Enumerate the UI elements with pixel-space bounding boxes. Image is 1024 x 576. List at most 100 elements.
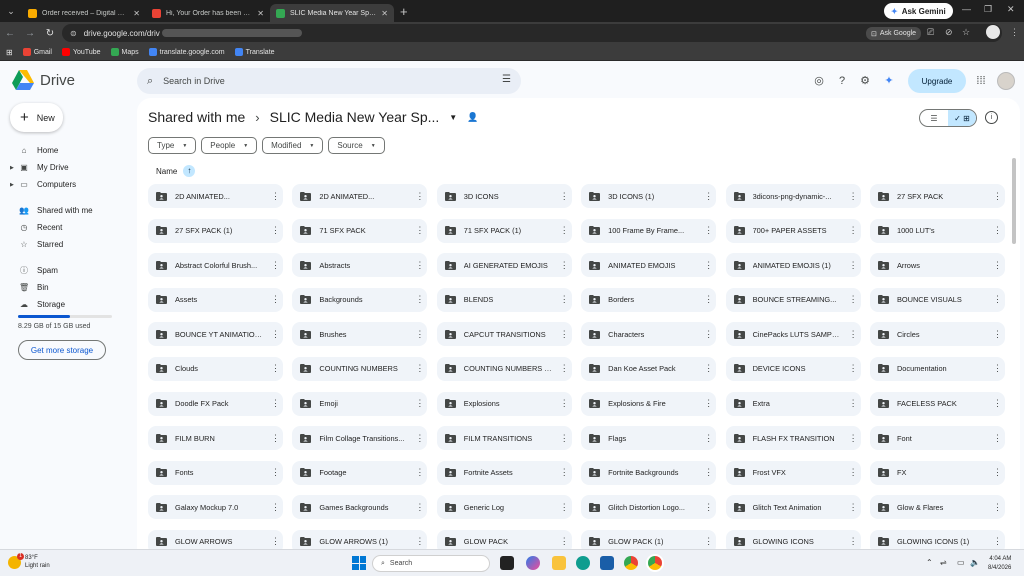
more-actions-icon[interactable]: ⋮ xyxy=(560,363,569,374)
get-more-storage-button[interactable]: Get more storage xyxy=(18,340,106,360)
gemini-sparkle-icon[interactable]: ✦ xyxy=(882,74,896,88)
upgrade-button[interactable]: Upgrade xyxy=(908,69,966,93)
more-actions-icon[interactable]: ⋮ xyxy=(993,225,1002,236)
folder-item[interactable]: 100 Frame By Frame... ⋮ xyxy=(581,218,717,243)
install-app-icon[interactable]: ⎚ xyxy=(927,27,934,38)
tray-overflow-icon[interactable]: ⌃ xyxy=(926,558,933,567)
more-actions-icon[interactable]: ⋮ xyxy=(271,260,280,271)
more-actions-icon[interactable]: ⋮ xyxy=(849,329,858,340)
more-actions-icon[interactable]: ⋮ xyxy=(704,433,713,444)
more-actions-icon[interactable]: ⋮ xyxy=(993,329,1002,340)
bookmark-youtube[interactable]: YouTube xyxy=(61,48,101,56)
tab-close-icon[interactable]: ✕ xyxy=(257,9,264,18)
windows-start-icon[interactable] xyxy=(352,556,366,570)
folder-item[interactable]: DEVICE ICONS ⋮ xyxy=(725,356,861,381)
breadcrumb-current-folder[interactable]: SLIC Media New Year Sp... xyxy=(270,109,440,125)
back-icon[interactable]: ← xyxy=(0,28,20,39)
more-actions-icon[interactable]: ⋮ xyxy=(993,467,1002,478)
sidebar-item-my-drive[interactable]: ▶ ▣ My Drive xyxy=(8,159,128,176)
more-actions-icon[interactable]: ⋮ xyxy=(993,536,1002,547)
google-apps-icon[interactable]: ⁞⁞⁞ xyxy=(974,74,988,88)
folder-menu-dropdown-icon[interactable]: ▼ xyxy=(449,113,457,122)
folder-item[interactable]: 27 SFX PACK (1) ⋮ xyxy=(148,218,283,243)
more-actions-icon[interactable]: ⋮ xyxy=(271,433,280,444)
info-icon[interactable]: i xyxy=(985,111,998,124)
browser-tab[interactable]: Hi, Your Order has been Comp ✕ xyxy=(146,4,270,22)
more-actions-icon[interactable]: ⋮ xyxy=(704,191,713,202)
more-actions-icon[interactable]: ⋮ xyxy=(415,467,424,478)
more-actions-icon[interactable]: ⋮ xyxy=(415,363,424,374)
folder-item[interactable]: Explosions & Fire ⋮ xyxy=(581,391,717,416)
more-actions-icon[interactable]: ⋮ xyxy=(271,502,280,513)
bookmark-translate[interactable]: Translate xyxy=(234,48,275,56)
folder-item[interactable]: GLOW ARROWS (1) ⋮ xyxy=(292,529,428,549)
folder-item[interactable]: 71 SFX PACK ⋮ xyxy=(292,218,428,243)
bookmark-gmail[interactable]: Gmail xyxy=(22,48,52,56)
bookmark-maps[interactable]: Maps xyxy=(110,48,139,56)
folder-item[interactable]: Circles ⋮ xyxy=(869,322,1005,347)
folder-item[interactable]: Footage ⋮ xyxy=(292,460,428,485)
folder-item[interactable]: Film Collage Transitions... ⋮ xyxy=(292,426,428,451)
folder-item[interactable]: FACELESS PACK ⋮ xyxy=(869,391,1005,416)
folder-item[interactable]: GLOW ARROWS ⋮ xyxy=(148,529,283,549)
breadcrumb-shared-with-me[interactable]: Shared with me xyxy=(148,109,245,125)
folder-item[interactable]: Arrows ⋮ xyxy=(869,253,1005,278)
browser-tab[interactable]: Order received – Digital Produ ✕ xyxy=(22,4,146,22)
more-actions-icon[interactable]: ⋮ xyxy=(560,398,569,409)
more-actions-icon[interactable]: ⋮ xyxy=(271,467,280,478)
more-actions-icon[interactable]: ⋮ xyxy=(704,225,713,236)
more-actions-icon[interactable]: ⋮ xyxy=(415,225,424,236)
more-actions-icon[interactable]: ⋮ xyxy=(560,294,569,305)
taskbar-search[interactable]: ⌕ Search xyxy=(372,555,490,572)
more-actions-icon[interactable]: ⋮ xyxy=(849,294,858,305)
more-actions-icon[interactable]: ⋮ xyxy=(849,260,858,271)
folder-item[interactable]: Characters ⋮ xyxy=(581,322,717,347)
folder-item[interactable]: Dan Koe Asset Pack ⋮ xyxy=(581,356,717,381)
sidebar-item-home[interactable]: ⌂ Home xyxy=(8,142,128,159)
more-actions-icon[interactable]: ⋮ xyxy=(704,260,713,271)
sort-header[interactable]: Name ↑ xyxy=(156,165,196,177)
more-actions-icon[interactable]: ⋮ xyxy=(560,467,569,478)
offline-ready-icon[interactable]: ◎ xyxy=(812,74,826,88)
folder-item[interactable]: Galaxy Mockup 7.0 ⋮ xyxy=(148,495,283,520)
folder-item[interactable]: BLENDS ⋮ xyxy=(436,287,572,312)
sidebar-item-bin[interactable]: 🗑 Bin xyxy=(8,279,128,296)
new-button[interactable]: + New xyxy=(10,103,63,132)
folder-item[interactable]: BOUNCE VISUALS ⋮ xyxy=(869,287,1005,312)
folder-item[interactable]: COUNTING NUMBERS ⋮ xyxy=(292,356,428,381)
more-actions-icon[interactable]: ⋮ xyxy=(415,191,424,202)
folder-item[interactable]: Clouds ⋮ xyxy=(148,356,283,381)
folder-item[interactable]: Borders ⋮ xyxy=(581,287,717,312)
filter-source[interactable]: Source ▼ xyxy=(328,137,385,154)
more-actions-icon[interactable]: ⋮ xyxy=(993,191,1002,202)
edge-icon[interactable] xyxy=(576,556,590,570)
filter-type[interactable]: Type ▼ xyxy=(148,137,197,154)
more-actions-icon[interactable]: ⋮ xyxy=(415,260,424,271)
folder-item[interactable]: COUNTING NUMBERS (1) ⋮ xyxy=(436,356,572,381)
address-bar[interactable]: ⊜ drive.google.com/driv xyxy=(62,24,1002,42)
folder-item[interactable]: Extra ⋮ xyxy=(725,391,861,416)
folder-item[interactable]: AI GENERATED EMOJIS ⋮ xyxy=(436,253,572,278)
more-actions-icon[interactable]: ⋮ xyxy=(271,363,280,374)
settings-gear-icon[interactable]: ⚙ xyxy=(858,74,872,88)
folder-item[interactable]: Fortnite Backgrounds ⋮ xyxy=(581,460,717,485)
more-actions-icon[interactable]: ⋮ xyxy=(271,329,280,340)
folder-item[interactable]: FILM BURN ⋮ xyxy=(148,426,283,451)
folder-item[interactable]: 27 SFX PACK ⋮ xyxy=(869,184,1005,208)
folder-item[interactable]: 3D ICONS ⋮ xyxy=(436,184,572,208)
browser-profile-avatar[interactable] xyxy=(986,25,1000,39)
folder-item[interactable]: Generic Log ⋮ xyxy=(436,495,572,520)
more-actions-icon[interactable]: ⋮ xyxy=(849,502,858,513)
folder-item[interactable]: 700+ PAPER ASSETS ⋮ xyxy=(725,218,861,243)
reload-icon[interactable]: ↻ xyxy=(40,28,60,39)
more-actions-icon[interactable]: ⋮ xyxy=(993,433,1002,444)
browser-menu-icon[interactable]: ⋮ xyxy=(1010,27,1019,38)
folder-item[interactable]: BOUNCE YT ANIMATIONS ⋮ xyxy=(148,322,283,347)
sidebar-item-computers[interactable]: ▶ ▭ Computers xyxy=(8,176,128,193)
folder-item[interactable]: Backgrounds ⋮ xyxy=(292,287,428,312)
folder-item[interactable]: GLOW PACK ⋮ xyxy=(436,529,572,549)
folder-item[interactable]: FILM TRANSITIONS ⋮ xyxy=(436,426,572,451)
file-explorer-icon[interactable] xyxy=(552,556,566,570)
chrome-icon[interactable] xyxy=(624,556,638,570)
more-actions-icon[interactable]: ⋮ xyxy=(993,294,1002,305)
